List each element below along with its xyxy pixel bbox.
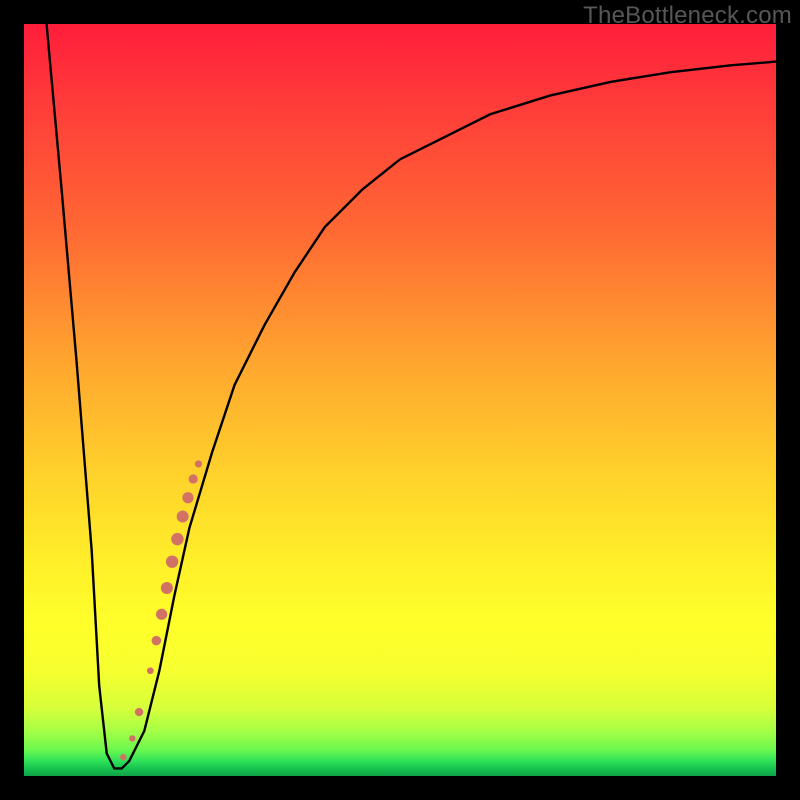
marker-dot bbox=[171, 533, 183, 545]
marker-dot bbox=[152, 636, 162, 646]
plot-area bbox=[24, 24, 776, 776]
data-markers bbox=[120, 460, 202, 760]
chart-frame: TheBottleneck.com bbox=[0, 0, 800, 800]
marker-dot bbox=[195, 460, 202, 467]
marker-dot bbox=[177, 511, 189, 523]
marker-dot bbox=[182, 492, 193, 503]
bottleneck-curve bbox=[47, 24, 776, 768]
marker-dot bbox=[147, 667, 154, 674]
marker-dot bbox=[166, 555, 178, 567]
curve-layer bbox=[24, 24, 776, 776]
marker-dot bbox=[120, 754, 126, 760]
marker-dot bbox=[129, 735, 135, 741]
marker-dot bbox=[161, 582, 173, 594]
marker-dot bbox=[156, 609, 167, 620]
watermark-text: TheBottleneck.com bbox=[583, 2, 792, 30]
marker-dot bbox=[135, 708, 143, 716]
marker-dot bbox=[189, 474, 198, 483]
